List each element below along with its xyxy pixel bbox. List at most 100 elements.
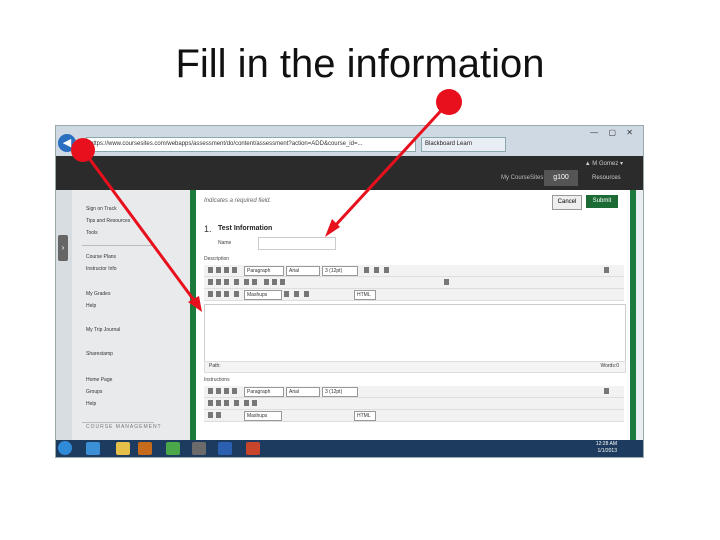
underline-icon[interactable] bbox=[224, 388, 229, 394]
user-menu[interactable]: ▲ M Gomez ▾ bbox=[585, 160, 623, 167]
undo-icon[interactable] bbox=[244, 279, 249, 285]
editor-toolbar: Mashups HTML bbox=[204, 289, 624, 301]
sidebar-item[interactable]: Instructor Info bbox=[86, 266, 117, 272]
name-field[interactable] bbox=[258, 237, 336, 250]
align-right-icon[interactable] bbox=[280, 279, 285, 285]
emoticon-icon[interactable] bbox=[304, 291, 309, 297]
word-count: Words:0 bbox=[600, 363, 619, 369]
redo-icon[interactable] bbox=[252, 400, 257, 406]
path-label: Path: bbox=[209, 363, 221, 369]
sidebar-item[interactable]: Groups bbox=[86, 389, 102, 395]
nav-course[interactable]: g100 bbox=[544, 170, 578, 186]
sidebar-item[interactable]: Tips and Resources bbox=[86, 218, 130, 224]
font-select[interactable]: Arial bbox=[286, 266, 320, 276]
powerpoint-icon[interactable] bbox=[246, 442, 260, 455]
explorer-icon[interactable] bbox=[116, 442, 130, 455]
search-icon[interactable] bbox=[234, 400, 239, 406]
sidebar-item[interactable]: Home Page bbox=[86, 377, 112, 383]
editor-statusbar: Path: Words:0 bbox=[204, 361, 626, 373]
sidebar-item[interactable]: Course Plans bbox=[86, 254, 116, 260]
copy-icon[interactable] bbox=[216, 400, 221, 406]
submit-button[interactable]: Submit bbox=[586, 195, 618, 208]
address-bar[interactable]: https://www.coursesites.com/webapps/asse… bbox=[86, 137, 416, 152]
sidebar-item[interactable]: Tools bbox=[86, 230, 98, 236]
slide-title: Fill in the information bbox=[175, 42, 545, 86]
html-button[interactable]: HTML bbox=[354, 411, 376, 421]
cancel-button[interactable]: Cancel bbox=[552, 195, 582, 210]
strikethrough-icon[interactable] bbox=[232, 388, 237, 394]
content-border bbox=[630, 190, 636, 440]
test-form: Indicates a required field. Cancel Submi… bbox=[196, 190, 630, 440]
paragraph-select[interactable]: Paragraph bbox=[244, 266, 284, 276]
sidebar-item[interactable]: My Grades bbox=[86, 291, 110, 297]
fullscreen-icon[interactable] bbox=[604, 388, 609, 394]
system-clock[interactable]: 12:28 AM 1/1/2013 bbox=[596, 441, 617, 455]
editor-toolbar: Paragraph Arial 3 (12pt) bbox=[204, 386, 624, 398]
text-color-icon[interactable] bbox=[384, 267, 389, 273]
ie-icon[interactable] bbox=[86, 442, 100, 455]
notes-icon[interactable] bbox=[192, 442, 206, 455]
chevron-right-icon[interactable]: › bbox=[58, 235, 68, 261]
mashups-select[interactable]: Mashups bbox=[244, 290, 282, 300]
cut-icon[interactable] bbox=[208, 279, 213, 285]
paste-icon[interactable] bbox=[224, 279, 229, 285]
sidebar-item[interactable]: Sign on Track bbox=[86, 206, 117, 212]
attach-icon[interactable] bbox=[216, 412, 221, 418]
fullscreen-icon[interactable] bbox=[604, 267, 609, 273]
font-select[interactable]: Arial bbox=[286, 387, 320, 397]
instructions-label: Instructions bbox=[204, 377, 230, 383]
bold-icon[interactable] bbox=[208, 388, 213, 394]
browser-tab[interactable]: Blackboard Learn bbox=[421, 137, 506, 152]
spellcheck-icon[interactable] bbox=[208, 291, 213, 297]
align-center-icon[interactable] bbox=[272, 279, 277, 285]
numbered-list-icon[interactable] bbox=[374, 267, 379, 273]
nav-my-coursesites[interactable]: My CourseSites bbox=[501, 175, 543, 181]
sidebar-item[interactable]: Help bbox=[86, 401, 96, 407]
copy-icon[interactable] bbox=[216, 279, 221, 285]
html-button[interactable]: HTML bbox=[354, 290, 376, 300]
attach-icon[interactable] bbox=[216, 291, 221, 297]
window-controls[interactable]: — ▢ ✕ bbox=[590, 128, 637, 137]
chrome-icon[interactable] bbox=[166, 442, 180, 455]
italic-icon[interactable] bbox=[216, 388, 221, 394]
word-icon[interactable] bbox=[218, 442, 232, 455]
strikethrough-icon[interactable] bbox=[232, 267, 237, 273]
paste-icon[interactable] bbox=[224, 400, 229, 406]
size-select[interactable]: 3 (12pt) bbox=[322, 266, 358, 276]
description-editor[interactable] bbox=[204, 304, 626, 362]
redo-icon[interactable] bbox=[252, 279, 257, 285]
paragraph-mark-icon[interactable] bbox=[284, 291, 289, 297]
image-icon[interactable] bbox=[224, 291, 229, 297]
required-note: Indicates a required field. bbox=[204, 198, 272, 204]
sidebar-item[interactable]: My Trip Journal bbox=[86, 327, 120, 333]
name-label: Name bbox=[218, 240, 232, 246]
spellcheck-icon[interactable] bbox=[208, 412, 213, 418]
search-icon[interactable] bbox=[234, 279, 239, 285]
size-select[interactable]: 3 (12pt) bbox=[322, 387, 358, 397]
underline-icon[interactable] bbox=[224, 267, 229, 273]
editor-toolbar bbox=[204, 277, 624, 289]
paragraph-select[interactable]: Paragraph bbox=[244, 387, 284, 397]
quote-icon[interactable] bbox=[294, 291, 299, 297]
clock-date: 1/1/2013 bbox=[597, 448, 617, 454]
editor-toolbar: Paragraph Arial 3 (12pt) bbox=[204, 265, 624, 277]
section-title: Test Information bbox=[218, 225, 273, 232]
table-icon[interactable] bbox=[444, 279, 449, 285]
undo-icon[interactable] bbox=[244, 400, 249, 406]
align-left-icon[interactable] bbox=[264, 279, 269, 285]
sidebar-item[interactable]: Sharestamp bbox=[86, 351, 113, 357]
mashups-select[interactable]: Mashups bbox=[244, 411, 282, 421]
list-icon[interactable] bbox=[364, 267, 369, 273]
nav-resources[interactable]: Resources bbox=[592, 175, 621, 181]
cut-icon[interactable] bbox=[208, 400, 213, 406]
back-arrow-icon[interactable]: ◀ bbox=[58, 134, 76, 152]
bold-icon[interactable] bbox=[208, 267, 213, 273]
math-icon[interactable] bbox=[234, 291, 239, 297]
course-management-label: COURSE MANAGEMENT bbox=[86, 424, 162, 430]
outlook-icon[interactable] bbox=[138, 442, 152, 455]
windows-start-icon[interactable] bbox=[58, 441, 72, 455]
divider bbox=[82, 245, 154, 246]
browser-chrome: ◀ https://www.coursesites.com/webapps/as… bbox=[56, 126, 643, 156]
sidebar-item[interactable]: Help bbox=[86, 303, 96, 309]
italic-icon[interactable] bbox=[216, 267, 221, 273]
